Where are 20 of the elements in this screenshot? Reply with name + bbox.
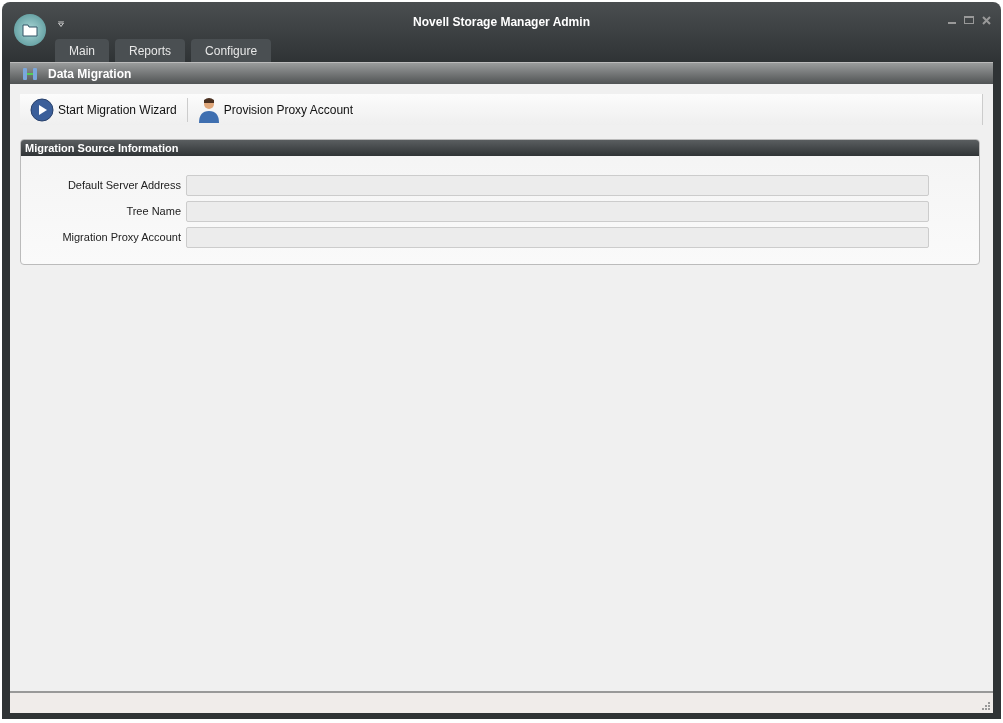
close-icon[interactable]: [982, 16, 991, 25]
maximize-icon[interactable]: [964, 16, 974, 24]
folder-icon: [22, 23, 38, 37]
migration-icon: [22, 65, 38, 82]
toolbar-button[interactable]: Provision Proxy Account: [197, 96, 354, 123]
play-icon: [30, 97, 54, 122]
ribbon-tab[interactable]: Reports: [115, 39, 186, 62]
ribbon-tab[interactable]: Main: [55, 39, 109, 62]
resize-grip-icon[interactable]: [981, 701, 990, 710]
field-label: Migration Proxy Account: [61, 230, 182, 246]
ribbon-tab[interactable]: Configure: [191, 39, 272, 62]
section-title: Data Migration: [48, 65, 132, 83]
person-icon: [197, 96, 220, 123]
window-title: Novell Storage Manager Admin: [413, 14, 590, 31]
field-label: Default Server Address: [66, 178, 182, 194]
field-label: Tree Name: [125, 204, 182, 220]
caret-icon[interactable]: [58, 21, 64, 27]
group-title: Migration Source Information: [21, 140, 979, 156]
toolbar-button[interactable]: Start Migration Wizard: [30, 97, 177, 122]
app-menu-button[interactable]: [14, 14, 46, 46]
